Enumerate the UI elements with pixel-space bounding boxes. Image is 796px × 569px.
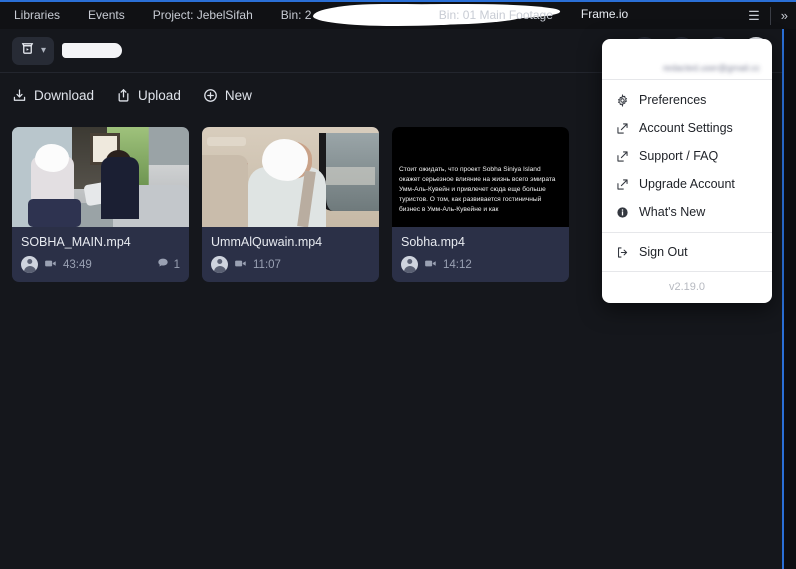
project-bin-icon (20, 41, 35, 61)
thumbnail-artwork (12, 127, 189, 227)
comment-bubble-icon (157, 257, 169, 272)
upload-button[interactable]: Upload (116, 88, 181, 103)
thumbnail-artwork: Стоит ожидать, что проект Sobha Siniya I… (392, 127, 569, 227)
comment-count-group: 1 (157, 257, 180, 272)
asset-card-body: Sobha.mp4 14:12 (392, 227, 569, 282)
owner-avatar (401, 256, 418, 273)
host-tab-label: Libraries (14, 8, 61, 22)
double-chevron-right-icon[interactable]: » (773, 2, 796, 29)
asset-duration: 43:49 (63, 258, 92, 271)
host-tab-project[interactable]: Project: JebelSifah (139, 2, 267, 29)
comment-count: 1 (173, 258, 180, 271)
host-tab-label: Events (88, 8, 125, 22)
host-tab-strip: Libraries Events Project: JebelSifah Bin… (0, 0, 796, 29)
host-tab-frameio[interactable]: Frame.io (566, 2, 643, 29)
hamburger-icon[interactable]: ☰ (740, 2, 768, 29)
owner-avatar (211, 256, 228, 273)
asset-meta: 43:49 1 (21, 256, 180, 273)
face-redaction (262, 139, 309, 181)
asset-thumbnail[interactable] (202, 127, 379, 227)
asset-thumbnail[interactable] (12, 127, 189, 227)
video-camera-icon (234, 257, 247, 273)
menu-item-label: What's New (639, 205, 706, 219)
host-tab-controls: ☰ » (740, 2, 796, 29)
owner-avatar (21, 256, 38, 273)
menu-item-label: Support / FAQ (639, 149, 719, 163)
host-tab-bin-main-footage[interactable]: Bin: 01 Main Footage (425, 2, 567, 29)
asset-card-body: UmmAlQuwain.mp4 11:07 (202, 227, 379, 282)
project-name: Channel (62, 43, 123, 58)
menu-item-label: Account Settings (639, 121, 733, 135)
asset-title: SOBHA_MAIN.mp4 (21, 235, 131, 249)
gear-icon (616, 93, 629, 107)
menu-item-label: Upgrade Account (639, 177, 735, 191)
asset-card[interactable]: UmmAlQuwain.mp4 11:07 (202, 127, 379, 282)
host-tab-label: Project: JebelSifah (152, 8, 253, 22)
asset-thumbnail[interactable]: Стоит ожидать, что проект Sobha Siniya I… (392, 127, 569, 227)
toolbar-divider (769, 6, 771, 25)
asset-duration: 14:12 (443, 258, 472, 271)
thumbnail-text: Стоит ожидать, что проект Sobha Siniya I… (399, 166, 556, 213)
menu-item-preferences[interactable]: Preferences (602, 86, 772, 114)
host-tab-label: Bin: 01 Main Footage (438, 8, 553, 22)
upload-icon (116, 88, 131, 103)
host-tab-bin-2[interactable]: Bin: 2 - (267, 2, 503, 29)
upload-label: Upload (138, 88, 181, 103)
external-link-icon (616, 122, 629, 135)
new-label: New (224, 88, 252, 103)
video-camera-icon (44, 257, 57, 273)
download-button[interactable]: Download (12, 88, 94, 103)
asset-title: UmmAlQuwain.mp4 (211, 235, 323, 249)
application-window: Libraries Events Project: JebelSifah Bin… (0, 0, 796, 569)
face-redaction (35, 144, 69, 172)
host-tab-events[interactable]: Events (74, 2, 139, 29)
host-tab-libraries[interactable]: Libraries (0, 2, 74, 29)
app-version: v2.19.0 (668, 281, 706, 293)
menu-item-whats-new[interactable]: What's New (602, 198, 772, 226)
thumbnail-artwork (202, 127, 379, 227)
menu-item-support-faq[interactable]: Support / FAQ (602, 142, 772, 170)
asset-duration: 11:07 (253, 258, 281, 271)
asset-card[interactable]: SOBHA_MAIN.mp4 43:49 1 (12, 127, 189, 282)
menu-item-sign-out[interactable]: Sign Out (602, 238, 772, 266)
download-icon (12, 88, 27, 103)
sign-out-icon (616, 246, 629, 259)
external-link-icon (616, 150, 629, 163)
asset-card-body: SOBHA_MAIN.mp4 43:49 1 (12, 227, 189, 282)
asset-title: Sobha.mp4 (401, 235, 465, 249)
info-icon (616, 206, 629, 219)
download-label: Download (34, 88, 95, 103)
new-button[interactable]: New (203, 88, 252, 103)
project-selector[interactable]: ▾ (12, 36, 55, 65)
menu-item-account-settings[interactable]: Account Settings (602, 114, 772, 142)
asset-meta: 11:07 (211, 256, 370, 273)
external-link-icon (616, 178, 629, 191)
menu-item-upgrade-account[interactable]: Upgrade Account (602, 170, 772, 198)
sign-out-section: Sign Out (602, 233, 772, 271)
account-email-text: redacted.user@gmail.cc (662, 63, 760, 73)
menu-item-label: Sign Out (639, 245, 688, 259)
host-tab-label: Frame.io (580, 6, 629, 21)
redaction-overlay (62, 43, 123, 58)
asset-meta: 14:12 (401, 256, 560, 273)
account-menu: redacted.user@gmail.cc Preferences Accou… (602, 39, 772, 303)
video-camera-icon (424, 257, 437, 273)
menu-item-label: Preferences (639, 93, 707, 107)
host-tab-label: Bin: 2 - (280, 8, 319, 22)
asset-card[interactable]: Стоит ожидать, что проект Sobha Siniya I… (392, 127, 569, 282)
account-menu-items: Preferences Account Settings Support / F… (602, 80, 772, 232)
account-email: redacted.user@gmail.cc (602, 39, 772, 79)
chevron-down-icon: ▾ (41, 45, 47, 56)
plus-circle-icon (203, 88, 218, 103)
